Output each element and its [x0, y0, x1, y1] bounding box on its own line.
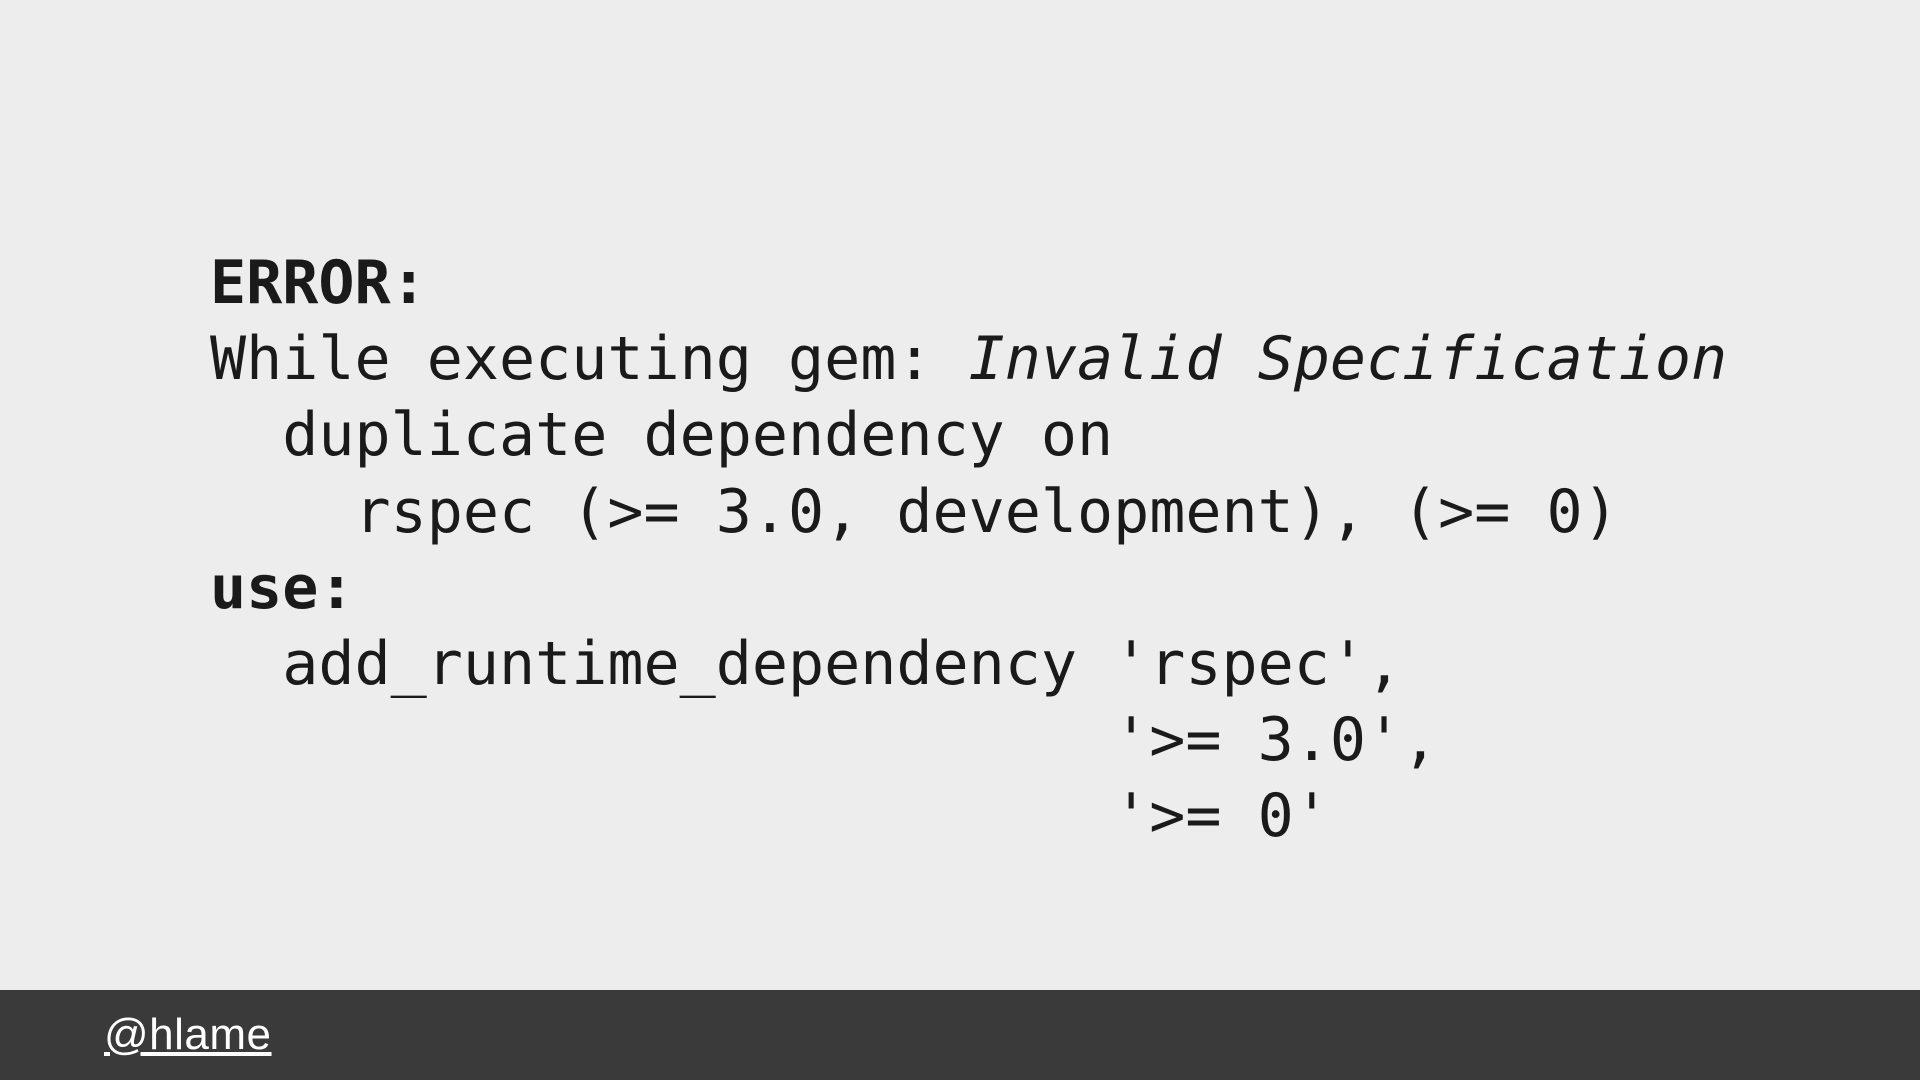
error-line-italic: Invalid Specification: [969, 324, 1728, 394]
use-heading: use:: [210, 553, 355, 623]
author-handle[interactable]: @hlame: [104, 1010, 272, 1060]
error-line-prefix: While executing gem:: [210, 324, 969, 394]
slide-footer: @hlame: [0, 990, 1920, 1080]
error-detail-1: duplicate dependency on: [210, 400, 1113, 470]
use-line-2: '>= 3.0',: [210, 705, 1438, 775]
use-line-1: add_runtime_dependency 'rspec',: [210, 629, 1402, 699]
error-detail-2: rspec (>= 3.0, development), (>= 0): [210, 477, 1619, 547]
error-heading: ERROR:: [210, 248, 427, 318]
use-line-3: '>= 0': [210, 781, 1330, 851]
slide-body: ERROR: While executing gem: Invalid Spec…: [210, 245, 1727, 855]
